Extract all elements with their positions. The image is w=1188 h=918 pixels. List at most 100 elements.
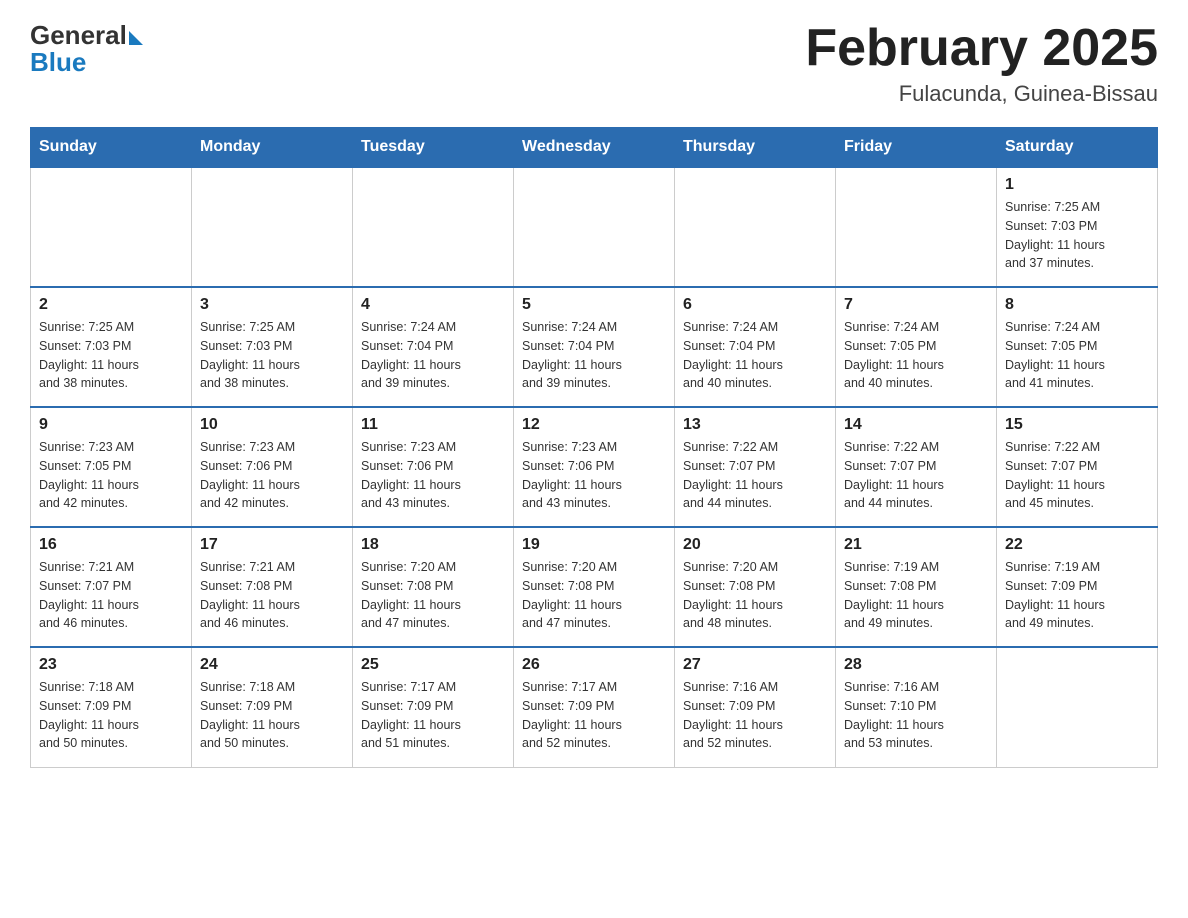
calendar-header: SundayMondayTuesdayWednesdayThursdayFrid… bbox=[31, 128, 1158, 168]
header-thursday: Thursday bbox=[675, 128, 836, 168]
calendar-cell: 15 Sunrise: 7:22 AMSunset: 7:07 PMDayligh… bbox=[997, 407, 1158, 527]
day-info: Sunrise: 7:24 AMSunset: 7:05 PMDaylight:… bbox=[844, 318, 988, 393]
calendar-title: February 2025 bbox=[805, 20, 1158, 77]
day-info: Sunrise: 7:20 AMSunset: 7:08 PMDaylight:… bbox=[522, 558, 666, 633]
calendar-cell: 21 Sunrise: 7:19 AMSunset: 7:08 PMDayligh… bbox=[836, 527, 997, 647]
day-number: 7 bbox=[844, 296, 988, 314]
calendar-cell: 1 Sunrise: 7:25 AMSunset: 7:03 PMDaylight… bbox=[997, 167, 1158, 287]
calendar-cell: 22 Sunrise: 7:19 AMSunset: 7:09 PMDayligh… bbox=[997, 527, 1158, 647]
calendar-week-1: 1 Sunrise: 7:25 AMSunset: 7:03 PMDaylight… bbox=[31, 167, 1158, 287]
day-number: 22 bbox=[1005, 536, 1149, 554]
calendar-subtitle: Fulacunda, Guinea-Bissau bbox=[805, 81, 1158, 107]
day-number: 15 bbox=[1005, 416, 1149, 434]
day-number: 1 bbox=[1005, 176, 1149, 194]
calendar-cell: 12 Sunrise: 7:23 AMSunset: 7:06 PMDayligh… bbox=[514, 407, 675, 527]
day-info: Sunrise: 7:25 AMSunset: 7:03 PMDaylight:… bbox=[200, 318, 344, 393]
day-info: Sunrise: 7:23 AMSunset: 7:06 PMDaylight:… bbox=[361, 438, 505, 513]
calendar-cell: 25Sunrise: 7:17 AMSunset: 7:09 PMDayligh… bbox=[353, 647, 514, 767]
calendar-cell: 20Sunrise: 7:20 AMSunset: 7:08 PMDayligh… bbox=[675, 527, 836, 647]
day-info: Sunrise: 7:23 AMSunset: 7:06 PMDaylight:… bbox=[522, 438, 666, 513]
calendar-cell: 10Sunrise: 7:23 AMSunset: 7:06 PMDayligh… bbox=[192, 407, 353, 527]
day-number: 12 bbox=[522, 416, 666, 434]
logo-arrow-icon bbox=[129, 31, 143, 45]
day-info: Sunrise: 7:19 AMSunset: 7:08 PMDaylight:… bbox=[844, 558, 988, 633]
calendar-body: 1 Sunrise: 7:25 AMSunset: 7:03 PMDaylight… bbox=[31, 167, 1158, 767]
day-number: 5 bbox=[522, 296, 666, 314]
calendar-cell: 23 Sunrise: 7:18 AMSunset: 7:09 PMDayligh… bbox=[31, 647, 192, 767]
calendar-cell: 3 Sunrise: 7:25 AMSunset: 7:03 PMDaylight… bbox=[192, 287, 353, 407]
day-info: Sunrise: 7:19 AMSunset: 7:09 PMDaylight:… bbox=[1005, 558, 1149, 633]
day-info: Sunrise: 7:24 AMSunset: 7:04 PMDaylight:… bbox=[361, 318, 505, 393]
day-number: 3 bbox=[200, 296, 344, 314]
title-block: February 2025 Fulacunda, Guinea-Bissau bbox=[805, 20, 1158, 107]
day-info: Sunrise: 7:21 AMSunset: 7:07 PMDaylight:… bbox=[39, 558, 183, 633]
calendar-cell: 2 Sunrise: 7:25 AMSunset: 7:03 PMDaylight… bbox=[31, 287, 192, 407]
day-number: 26 bbox=[522, 656, 666, 674]
calendar-cell: 27Sunrise: 7:16 AMSunset: 7:09 PMDayligh… bbox=[675, 647, 836, 767]
logo: General Blue bbox=[30, 20, 143, 78]
calendar-cell: 9 Sunrise: 7:23 AMSunset: 7:05 PMDaylight… bbox=[31, 407, 192, 527]
header-tuesday: Tuesday bbox=[353, 128, 514, 168]
calendar-cell bbox=[353, 167, 514, 287]
logo-blue-text: Blue bbox=[30, 47, 86, 78]
day-number: 6 bbox=[683, 296, 827, 314]
day-number: 8 bbox=[1005, 296, 1149, 314]
day-number: 4 bbox=[361, 296, 505, 314]
header-wednesday: Wednesday bbox=[514, 128, 675, 168]
day-info: Sunrise: 7:18 AMSunset: 7:09 PMDaylight:… bbox=[200, 678, 344, 753]
day-number: 23 bbox=[39, 656, 183, 674]
day-info: Sunrise: 7:22 AMSunset: 7:07 PMDaylight:… bbox=[844, 438, 988, 513]
calendar-cell: 17 Sunrise: 7:21 AMSunset: 7:08 PMDayligh… bbox=[192, 527, 353, 647]
day-info: Sunrise: 7:25 AMSunset: 7:03 PMDaylight:… bbox=[1005, 198, 1149, 273]
calendar-cell: 5 Sunrise: 7:24 AMSunset: 7:04 PMDaylight… bbox=[514, 287, 675, 407]
day-number: 27 bbox=[683, 656, 827, 674]
calendar-cell: 19 Sunrise: 7:20 AMSunset: 7:08 PMDayligh… bbox=[514, 527, 675, 647]
calendar-cell: 28 Sunrise: 7:16 AMSunset: 7:10 PMDayligh… bbox=[836, 647, 997, 767]
header-monday: Monday bbox=[192, 128, 353, 168]
day-info: Sunrise: 7:22 AMSunset: 7:07 PMDaylight:… bbox=[1005, 438, 1149, 513]
page-header: General Blue February 2025 Fulacunda, Gu… bbox=[30, 20, 1158, 107]
calendar-cell bbox=[31, 167, 192, 287]
day-info: Sunrise: 7:22 AMSunset: 7:07 PMDaylight:… bbox=[683, 438, 827, 513]
calendar-cell: 4 Sunrise: 7:24 AMSunset: 7:04 PMDaylight… bbox=[353, 287, 514, 407]
day-info: Sunrise: 7:20 AMSunset: 7:08 PMDaylight:… bbox=[361, 558, 505, 633]
day-number: 14 bbox=[844, 416, 988, 434]
calendar-cell: 18 Sunrise: 7:20 AMSunset: 7:08 PMDayligh… bbox=[353, 527, 514, 647]
calendar-cell: 24Sunrise: 7:18 AMSunset: 7:09 PMDayligh… bbox=[192, 647, 353, 767]
day-number: 21 bbox=[844, 536, 988, 554]
day-number: 9 bbox=[39, 416, 183, 434]
calendar-cell: 8 Sunrise: 7:24 AMSunset: 7:05 PMDaylight… bbox=[997, 287, 1158, 407]
day-info: Sunrise: 7:24 AMSunset: 7:04 PMDaylight:… bbox=[683, 318, 827, 393]
day-number: 20 bbox=[683, 536, 827, 554]
day-info: Sunrise: 7:17 AMSunset: 7:09 PMDaylight:… bbox=[361, 678, 505, 753]
day-info: Sunrise: 7:23 AMSunset: 7:05 PMDaylight:… bbox=[39, 438, 183, 513]
day-info: Sunrise: 7:24 AMSunset: 7:05 PMDaylight:… bbox=[1005, 318, 1149, 393]
calendar-cell bbox=[192, 167, 353, 287]
day-number: 17 bbox=[200, 536, 344, 554]
day-number: 16 bbox=[39, 536, 183, 554]
calendar-cell bbox=[836, 167, 997, 287]
calendar-cell: 11Sunrise: 7:23 AMSunset: 7:06 PMDayligh… bbox=[353, 407, 514, 527]
calendar-cell: 16 Sunrise: 7:21 AMSunset: 7:07 PMDayligh… bbox=[31, 527, 192, 647]
day-info: Sunrise: 7:24 AMSunset: 7:04 PMDaylight:… bbox=[522, 318, 666, 393]
day-info: Sunrise: 7:18 AMSunset: 7:09 PMDaylight:… bbox=[39, 678, 183, 753]
calendar-header-row: SundayMondayTuesdayWednesdayThursdayFrid… bbox=[31, 128, 1158, 168]
day-number: 28 bbox=[844, 656, 988, 674]
day-info: Sunrise: 7:16 AMSunset: 7:10 PMDaylight:… bbox=[844, 678, 988, 753]
day-number: 19 bbox=[522, 536, 666, 554]
day-info: Sunrise: 7:17 AMSunset: 7:09 PMDaylight:… bbox=[522, 678, 666, 753]
header-sunday: Sunday bbox=[31, 128, 192, 168]
calendar-cell bbox=[997, 647, 1158, 767]
calendar-week-2: 2 Sunrise: 7:25 AMSunset: 7:03 PMDaylight… bbox=[31, 287, 1158, 407]
day-number: 18 bbox=[361, 536, 505, 554]
calendar-cell: 6 Sunrise: 7:24 AMSunset: 7:04 PMDaylight… bbox=[675, 287, 836, 407]
day-number: 13 bbox=[683, 416, 827, 434]
calendar-cell bbox=[675, 167, 836, 287]
day-number: 2 bbox=[39, 296, 183, 314]
day-info: Sunrise: 7:21 AMSunset: 7:08 PMDaylight:… bbox=[200, 558, 344, 633]
calendar-cell: 7 Sunrise: 7:24 AMSunset: 7:05 PMDaylight… bbox=[836, 287, 997, 407]
calendar-cell: 26 Sunrise: 7:17 AMSunset: 7:09 PMDayligh… bbox=[514, 647, 675, 767]
calendar-week-5: 23 Sunrise: 7:18 AMSunset: 7:09 PMDayligh… bbox=[31, 647, 1158, 767]
calendar-cell: 14 Sunrise: 7:22 AMSunset: 7:07 PMDayligh… bbox=[836, 407, 997, 527]
day-info: Sunrise: 7:25 AMSunset: 7:03 PMDaylight:… bbox=[39, 318, 183, 393]
